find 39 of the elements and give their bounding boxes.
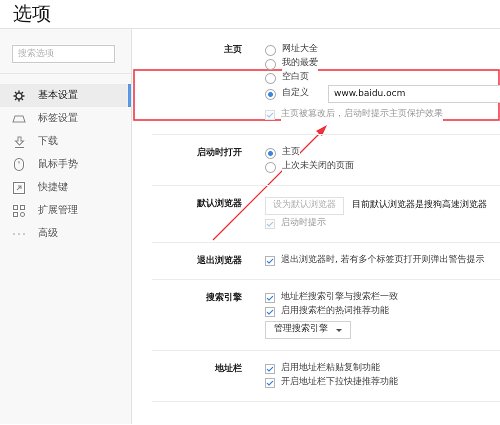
checkbox[interactable]: [265, 378, 275, 388]
option-label: 主页: [282, 146, 300, 160]
window-title: 选项: [13, 2, 51, 27]
section-label: 搜索引擎: [206, 292, 242, 304]
radio-button[interactable]: [265, 148, 276, 158]
radio-button[interactable]: [265, 44, 276, 56]
option-label: 上次未关闭的页面: [282, 160, 354, 174]
download-icon: [14, 136, 24, 148]
option-label: 主页被篡改后，启动时提示主页保护效果: [281, 108, 443, 122]
sidebar-item[interactable]: 高级: [0, 222, 131, 245]
radio-button[interactable]: [265, 72, 276, 84]
section-label: 退出浏览器: [197, 255, 242, 267]
sidebar-item[interactable]: 快捷键: [0, 176, 131, 199]
option-label: 我的最爱: [282, 57, 318, 71]
section-label: 启动时打开: [197, 147, 242, 159]
shortcut-icon: [13, 182, 25, 194]
caret-icon: [336, 328, 342, 332]
checkbox[interactable]: [265, 364, 275, 374]
url-field[interactable]: www.baidu.ocm: [328, 85, 500, 103]
sidebar-item[interactable]: 基本设置: [0, 84, 131, 107]
radio-button[interactable]: [265, 88, 276, 100]
grid-icon: [13, 204, 25, 216]
checkbox[interactable]: [265, 256, 275, 266]
tab-icon: [12, 114, 26, 122]
section-label: 主页: [224, 44, 242, 56]
checkbox[interactable]: [265, 307, 275, 317]
section-label: 默认浏览器: [197, 198, 242, 210]
search-field[interactable]: 搜索选项: [12, 45, 115, 63]
sidebar-item[interactable]: 扩展管理: [0, 199, 131, 222]
gear-icon: [13, 90, 25, 102]
sidebar-item[interactable]: 下载: [0, 130, 131, 153]
section-label: 地址栏: [215, 363, 242, 375]
sidebar-item[interactable]: 标签设置: [0, 107, 131, 130]
checkbox[interactable]: [265, 293, 275, 303]
mouse-icon: [14, 158, 24, 171]
radio-button[interactable]: [265, 162, 276, 172]
dropdown-button[interactable]: 管理搜索引擎: [265, 321, 351, 339]
radio-button[interactable]: [265, 58, 276, 70]
sidebar-item[interactable]: 鼠标手势: [0, 153, 131, 176]
